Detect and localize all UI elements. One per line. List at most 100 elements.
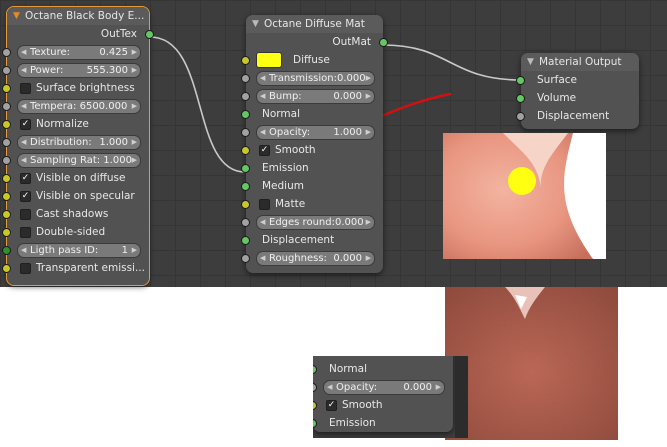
increment-arrow-icon[interactable]: ▶ (366, 216, 371, 229)
opacity-field[interactable]: ◀ Opacity: 0.000 ▶ (323, 380, 445, 395)
surface-brightness-row: Surface brightness (2, 79, 149, 97)
outtex-socket-icon[interactable] (145, 30, 154, 39)
input-socket-icon[interactable] (2, 228, 11, 237)
input-socket-icon[interactable] (2, 138, 11, 147)
visible-specular-checkbox[interactable]: ✓ (20, 191, 31, 202)
displacement-socket-icon[interactable] (516, 112, 525, 121)
light-pass-id-field[interactable]: ◀ Ligth pass ID: 1 ▶ (17, 243, 141, 258)
decrement-arrow-icon[interactable]: ◀ (260, 216, 265, 229)
input-socket-icon[interactable] (313, 365, 317, 374)
emission-row: Emission (313, 414, 453, 432)
opacity-field[interactable]: ◀ Opacity: 1.000 ▶ (256, 125, 375, 140)
smooth-checkbox[interactable]: ✓ (326, 400, 337, 411)
visible-specular-row: ✓ Visible on specular (2, 187, 149, 205)
input-socket-icon[interactable] (2, 48, 11, 57)
input-socket-icon[interactable] (241, 128, 250, 137)
texture-field[interactable]: ◀ Texture: 0.425 ▶ (17, 45, 141, 60)
decrement-arrow-icon[interactable]: ◀ (260, 72, 265, 85)
decrement-arrow-icon[interactable]: ◀ (21, 136, 26, 149)
volume-socket-icon[interactable] (516, 94, 525, 103)
scrollbar[interactable] (455, 356, 468, 438)
input-socket-icon[interactable] (241, 146, 250, 155)
input-socket-icon[interactable] (2, 156, 11, 165)
roughness-field[interactable]: ◀ Roughness: 0.000 ▶ (256, 251, 375, 266)
increment-arrow-icon[interactable]: ▶ (132, 244, 137, 257)
input-socket-icon[interactable] (2, 66, 11, 75)
decrement-arrow-icon[interactable]: ◀ (260, 90, 265, 103)
input-socket-icon[interactable] (241, 74, 250, 83)
distribution-field[interactable]: ◀ Distribution: 1.000 ▶ (17, 135, 141, 150)
increment-arrow-icon[interactable]: ▶ (132, 100, 137, 113)
increment-arrow-icon[interactable]: ▶ (366, 126, 371, 139)
texture-row: ◀ Texture: 0.425 ▶ (2, 43, 149, 61)
decrement-arrow-icon[interactable]: ◀ (21, 100, 26, 113)
sampling-rate-field[interactable]: ◀ Sampling Rat: 1.000 ▶ (17, 153, 141, 168)
input-socket-icon[interactable] (2, 120, 11, 129)
increment-arrow-icon[interactable]: ▶ (132, 154, 137, 167)
transmission-field[interactable]: ◀ Transmission:0.000 ▶ (256, 71, 375, 86)
input-socket-icon[interactable] (2, 174, 11, 183)
input-socket-icon[interactable] (313, 419, 317, 428)
node-editor-canvas[interactable]: ▼ Octane Black Body E... OutTex ◀ Textur… (0, 0, 667, 287)
input-socket-icon[interactable] (241, 56, 250, 65)
increment-arrow-icon[interactable]: ▶ (132, 136, 137, 149)
input-socket-icon[interactable] (241, 254, 250, 263)
increment-arrow-icon[interactable]: ▶ (436, 381, 441, 394)
decrement-arrow-icon[interactable]: ◀ (260, 252, 265, 265)
bump-field[interactable]: ◀ Bump: 0.000 ▶ (256, 89, 375, 104)
input-socket-icon[interactable] (2, 192, 11, 201)
increment-arrow-icon[interactable]: ▶ (132, 46, 137, 59)
collapse-triangle-icon[interactable]: ▼ (527, 53, 534, 71)
decrement-arrow-icon[interactable]: ◀ (21, 244, 26, 257)
normalize-checkbox[interactable]: ✓ (20, 119, 31, 130)
temperature-field[interactable]: ◀ Tempera: 6500.000 ▶ (17, 99, 141, 114)
temperature-row: ◀ Tempera: 6500.000 ▶ (2, 97, 149, 115)
diffuse-color-swatch[interactable] (256, 52, 282, 68)
increment-arrow-icon[interactable]: ▶ (366, 90, 371, 103)
surface-socket-icon[interactable] (516, 76, 525, 85)
outmat-socket-icon[interactable] (379, 38, 388, 47)
material-output-node[interactable]: ▼ Material Output Surface Volume Displac… (516, 53, 639, 129)
input-socket-icon[interactable] (241, 110, 250, 119)
edges-round-field[interactable]: ◀ Edges round:0.000 ▶ (256, 215, 375, 230)
visible-diffuse-checkbox[interactable]: ✓ (20, 173, 31, 184)
matte-checkbox[interactable] (259, 199, 270, 210)
diffuse-material-node-crop[interactable]: Normal ◀ Opacity: 0.000 ▶ ✓ Smooth Emiss… (313, 356, 453, 432)
input-socket-icon[interactable] (241, 200, 250, 209)
node-header[interactable]: ▼ Octane Diffuse Mat (246, 15, 383, 33)
decrement-arrow-icon[interactable]: ◀ (21, 64, 26, 77)
decrement-arrow-icon[interactable]: ◀ (21, 46, 26, 59)
input-socket-icon[interactable] (2, 246, 11, 255)
double-sided-checkbox[interactable] (20, 227, 31, 238)
power-field[interactable]: ◀ Power: 555.300 ▶ (17, 63, 141, 78)
input-socket-icon[interactable] (313, 401, 317, 410)
increment-arrow-icon[interactable]: ▶ (366, 72, 371, 85)
input-socket-icon[interactable] (241, 218, 250, 227)
smooth-checkbox[interactable]: ✓ (259, 145, 270, 156)
input-socket-icon[interactable] (241, 92, 250, 101)
input-socket-icon[interactable] (2, 84, 11, 93)
increment-arrow-icon[interactable]: ▶ (132, 64, 137, 77)
input-socket-icon[interactable] (241, 236, 250, 245)
cast-shadows-checkbox[interactable] (20, 209, 31, 220)
decrement-arrow-icon[interactable]: ◀ (21, 154, 26, 167)
input-socket-icon[interactable] (2, 102, 11, 111)
input-socket-icon[interactable] (241, 182, 250, 191)
input-socket-icon[interactable] (241, 164, 250, 173)
render-preview-graphic (443, 133, 606, 259)
decrement-arrow-icon[interactable]: ◀ (327, 381, 332, 394)
increment-arrow-icon[interactable]: ▶ (366, 252, 371, 265)
diffuse-material-node[interactable]: ▼ Octane Diffuse Mat OutMat Diffuse ◀ Tr… (241, 15, 388, 273)
decrement-arrow-icon[interactable]: ◀ (260, 126, 265, 139)
collapse-triangle-icon[interactable]: ▼ (13, 7, 20, 25)
input-socket-icon[interactable] (2, 210, 11, 219)
emission-row: Emission (241, 159, 383, 177)
collapse-triangle-icon[interactable]: ▼ (252, 15, 259, 33)
input-socket-icon[interactable] (2, 264, 11, 273)
blackbody-emission-node[interactable]: ▼ Octane Black Body E... OutTex ◀ Textur… (2, 6, 154, 286)
node-header[interactable]: ▼ Octane Black Body E... (7, 7, 149, 25)
transparent-emission-checkbox[interactable] (20, 263, 31, 274)
surface-brightness-checkbox[interactable] (20, 83, 31, 94)
input-socket-icon[interactable] (313, 383, 317, 392)
node-header[interactable]: ▼ Material Output (521, 53, 639, 71)
